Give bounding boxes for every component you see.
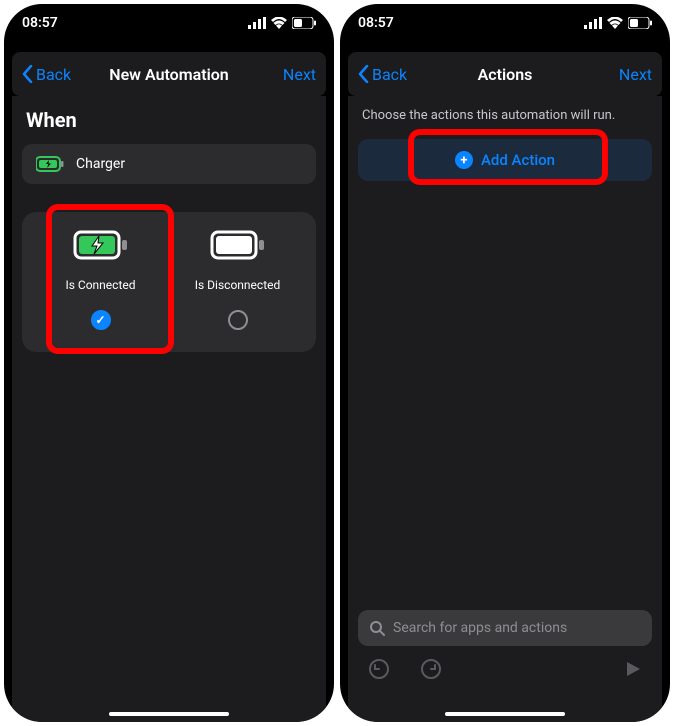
status-bar: 08:57	[4, 4, 334, 42]
option-disconnected-label: Is Disconnected	[195, 278, 281, 292]
back-button[interactable]: Back	[358, 65, 407, 84]
undo-icon[interactable]	[368, 658, 390, 680]
home-indicator[interactable]	[109, 712, 229, 716]
phone-right: 08:57 Back Actions Next Choose the actio…	[340, 4, 670, 722]
wifi-icon	[607, 17, 623, 29]
nav-title: Actions	[478, 65, 533, 84]
chevron-left-icon	[358, 65, 369, 83]
signal-icon	[584, 17, 602, 29]
back-label: Back	[36, 65, 71, 84]
nav-bar: Back Actions Next	[348, 52, 662, 96]
status-time: 08:57	[22, 15, 58, 31]
next-button[interactable]: Next	[283, 65, 316, 84]
nav-title: New Automation	[109, 65, 229, 84]
play-icon[interactable]	[624, 660, 642, 678]
status-icons	[584, 17, 652, 29]
trigger-label: Charger	[76, 156, 125, 172]
nav-bar: Back New Automation Next	[12, 52, 326, 96]
radio-disconnected[interactable]	[228, 310, 248, 330]
phone-left: 08:57 Back New Automation Next When Char…	[4, 4, 334, 722]
next-button[interactable]: Next	[619, 65, 652, 84]
wifi-icon	[271, 17, 287, 29]
search-placeholder: Search for apps and actions	[393, 620, 567, 636]
content-area: When Charger Is Connected Is Disconnecte…	[12, 96, 326, 722]
home-indicator[interactable]	[445, 712, 565, 716]
back-button[interactable]: Back	[22, 65, 71, 84]
redo-icon[interactable]	[420, 658, 442, 680]
back-label: Back	[372, 65, 407, 84]
status-bar: 08:57	[340, 4, 670, 42]
status-icons	[248, 17, 316, 29]
status-time: 08:57	[358, 15, 394, 31]
radio-connected[interactable]	[91, 310, 111, 330]
bottom-bar: Search for apps and actions	[358, 610, 652, 710]
battery-icon	[628, 17, 652, 29]
add-action-label: Add Action	[481, 151, 555, 169]
add-action-button[interactable]: + Add Action	[358, 139, 652, 181]
search-input[interactable]: Search for apps and actions	[358, 610, 652, 646]
charger-icon	[36, 156, 64, 172]
option-disconnected[interactable]: Is Disconnected	[169, 230, 306, 330]
option-connected-label: Is Connected	[65, 278, 135, 292]
section-title: When	[22, 108, 316, 132]
battery-icon	[292, 17, 316, 29]
content-area: Choose the actions this automation will …	[348, 96, 662, 722]
options-card: Is Connected Is Disconnected	[22, 212, 316, 352]
search-icon	[370, 621, 385, 636]
plus-icon: +	[455, 151, 473, 169]
chevron-left-icon	[22, 65, 33, 83]
battery-empty-icon	[210, 230, 266, 260]
toolbar	[358, 658, 652, 700]
subtitle: Choose the actions this automation will …	[358, 108, 652, 123]
signal-icon	[248, 17, 266, 29]
trigger-row[interactable]: Charger	[22, 144, 316, 184]
option-connected[interactable]: Is Connected	[32, 230, 169, 330]
battery-charging-icon	[73, 230, 129, 260]
